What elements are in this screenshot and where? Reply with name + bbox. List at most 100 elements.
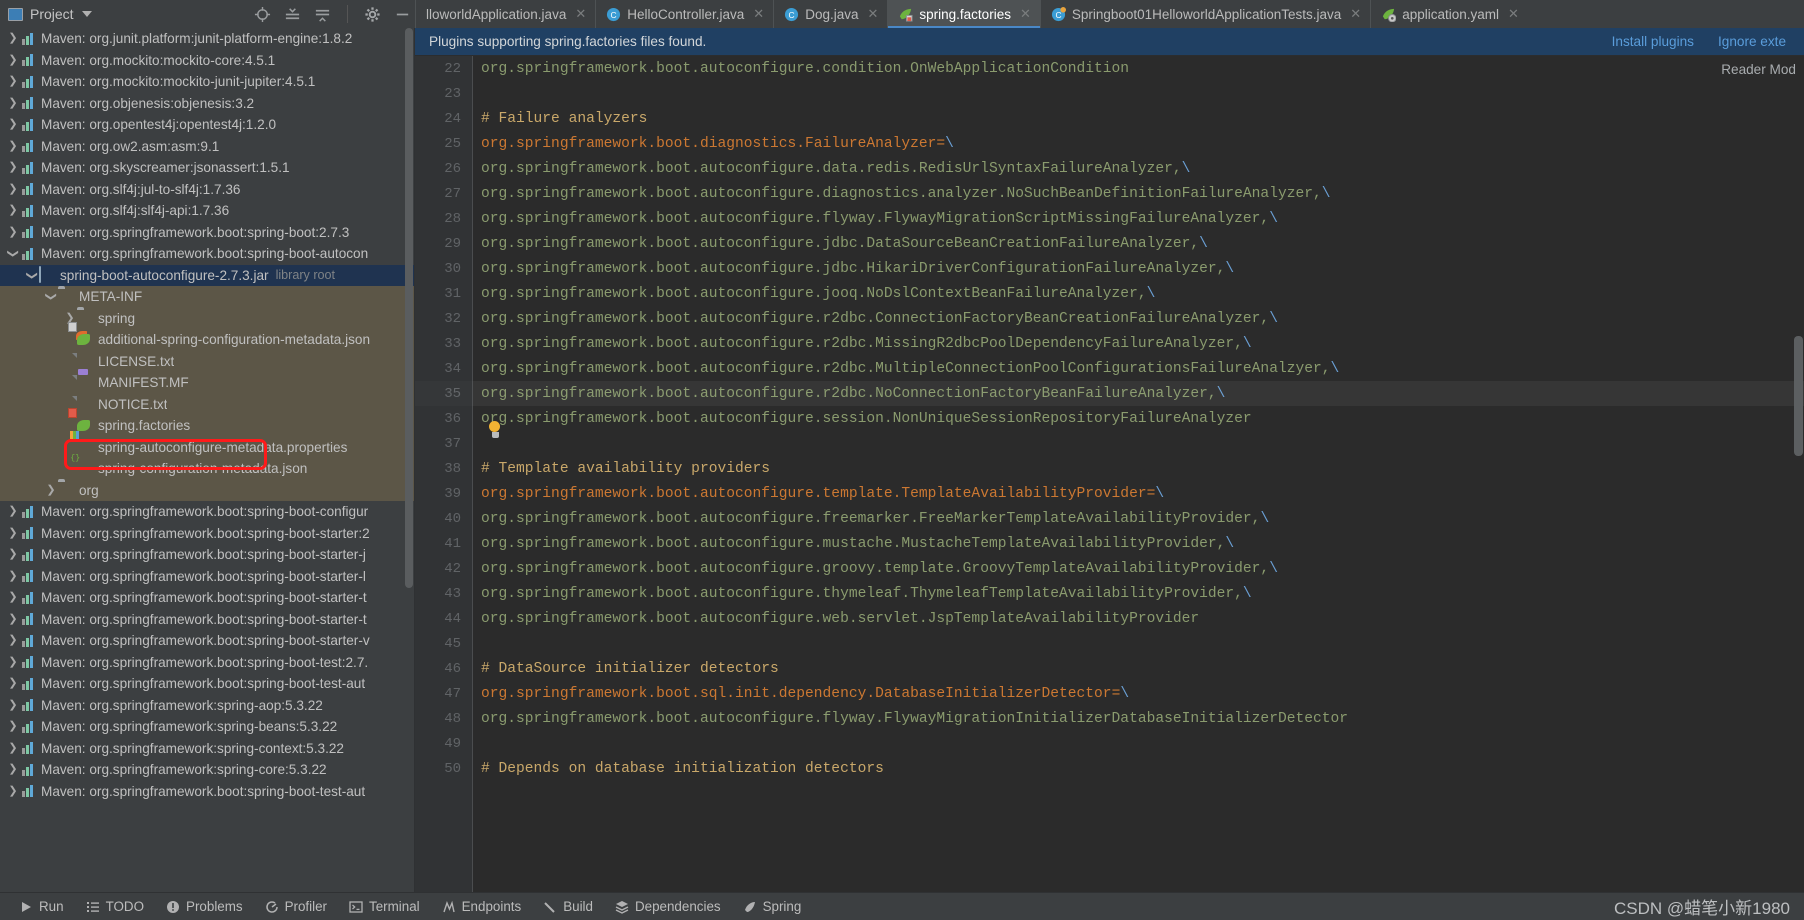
chevron-right-icon[interactable]: ❯ xyxy=(6,570,20,582)
chevron-right-icon[interactable]: ❯ xyxy=(6,97,20,109)
tree-row[interactable]: NOTICE.txt xyxy=(0,393,415,415)
chevron-down-icon[interactable]: ❮ xyxy=(7,247,19,261)
tree-row[interactable]: ❯ Maven: org.mockito:mockito-junit-jupite… xyxy=(0,71,415,93)
chevron-right-icon[interactable]: ❯ xyxy=(6,76,20,87)
close-icon[interactable]: ✕ xyxy=(1508,6,1519,22)
chevron-right-icon[interactable]: ❯ xyxy=(6,162,20,173)
code-line[interactable]: 27 org.springframework.boot.autoconfigure… xyxy=(444,181,1804,206)
editor-code-area[interactable]: 22 org.springframework.boot.autoconfigure… xyxy=(444,56,1804,892)
tree-row[interactable]: ❮ spring-boot-autoconfigure-2.7.3.jar libr… xyxy=(0,264,415,286)
editor-tab[interactable]: C Dog.java ✕ xyxy=(773,0,887,28)
status-item-build[interactable]: Build xyxy=(532,899,604,914)
code-line[interactable]: 45 xyxy=(444,631,1804,656)
status-item-run[interactable]: Run xyxy=(8,899,75,914)
tree-row[interactable]: ❯ Maven: org.skyscreamer:jsonassert:1.5.1 xyxy=(0,157,415,179)
tree-row[interactable]: ❮ Maven: org.springframework.boot:spring-… xyxy=(0,243,415,265)
status-item-problems[interactable]: Problems xyxy=(155,899,254,914)
code-editor[interactable]: 22 org.springframework.boot.autoconfigure… xyxy=(415,56,1804,892)
chevron-right-icon[interactable]: ❯ xyxy=(6,764,20,775)
code-line[interactable]: 44 org.springframework.boot.autoconfigure… xyxy=(444,606,1804,631)
tree-row[interactable]: ❯ Maven: org.ow2.asm:asm:9.1 xyxy=(0,136,415,158)
tree-row[interactable]: ❯ Maven: org.springframework.boot:spring-… xyxy=(0,630,415,652)
code-line[interactable]: 49 xyxy=(444,731,1804,756)
code-line[interactable]: 34 org.springframework.boot.autoconfigure… xyxy=(444,356,1804,381)
ignore-extension-link[interactable]: Ignore exte xyxy=(1718,34,1786,49)
code-line[interactable]: 39 org.springframework.boot.autoconfigure… xyxy=(444,481,1804,506)
chevron-right-icon[interactable]: ❯ xyxy=(6,527,20,539)
tree-row[interactable]: ❯ Maven: org.springframework.boot:spring-… xyxy=(0,652,415,674)
code-line[interactable]: 46 # DataSource initializer detectors xyxy=(444,656,1804,681)
chevron-right-icon[interactable]: ❯ xyxy=(44,484,58,496)
tree-row[interactable]: ❯ spring xyxy=(0,307,415,329)
chevron-right-icon[interactable]: ❯ xyxy=(6,592,20,603)
code-line[interactable]: 43 org.springframework.boot.autoconfigure… xyxy=(444,581,1804,606)
close-icon[interactable]: ✕ xyxy=(1350,6,1361,22)
tree-row[interactable]: ❯ Maven: org.mockito:mockito-core:4.5.1 xyxy=(0,50,415,72)
tree-row[interactable]: ❯ Maven: org.springframework:spring-beans… xyxy=(0,716,415,738)
editor-tab[interactable]: lloworldApplication.java ✕ xyxy=(415,0,595,28)
code-line[interactable]: 38 # Template availability providers xyxy=(444,456,1804,481)
close-icon[interactable]: ✕ xyxy=(753,6,764,22)
chevron-right-icon[interactable]: ❯ xyxy=(6,54,20,66)
editor-tab[interactable]: C Springboot01HelloworldApplicationTests… xyxy=(1039,0,1370,28)
chevron-down-icon[interactable] xyxy=(81,11,92,17)
chevron-right-icon[interactable]: ❯ xyxy=(6,183,20,195)
intention-bulb-icon[interactable] xyxy=(487,421,503,438)
code-line[interactable]: 33 org.springframework.boot.autoconfigure… xyxy=(444,331,1804,356)
locate-target-icon[interactable] xyxy=(254,6,271,23)
code-line[interactable]: 47 org.springframework.boot.sql.init.depe… xyxy=(444,681,1804,706)
code-line[interactable]: 26 org.springframework.boot.autoconfigure… xyxy=(444,156,1804,181)
tree-row[interactable]: ❯ Maven: org.springframework:spring-core:… xyxy=(0,759,415,781)
code-line[interactable]: 35 org.springframework.boot.autoconfigure… xyxy=(444,381,1804,406)
tree-row[interactable]: ❯ org xyxy=(0,479,415,501)
code-line[interactable]: 29 org.springframework.boot.autoconfigure… xyxy=(444,231,1804,256)
chevron-right-icon[interactable]: ❯ xyxy=(6,506,20,517)
close-icon[interactable]: ✕ xyxy=(575,6,586,22)
expand-all-icon[interactable] xyxy=(284,6,301,23)
tree-row[interactable]: ❯ Maven: org.springframework.boot:spring-… xyxy=(0,544,415,566)
hide-minimize-icon[interactable] xyxy=(394,6,411,23)
code-line[interactable]: 23 xyxy=(444,81,1804,106)
chevron-right-icon[interactable]: ❯ xyxy=(6,613,20,625)
editor-tab-active[interactable]: spring.factories ✕ xyxy=(887,0,1041,28)
tree-row[interactable]: ❯ Maven: org.springframework.boot:spring-… xyxy=(0,566,415,588)
chevron-down-icon[interactable]: ❮ xyxy=(26,268,38,282)
chevron-right-icon[interactable]: ❯ xyxy=(6,226,20,238)
editor-tab[interactable]: application.yaml ✕ xyxy=(1370,0,1528,28)
tree-row[interactable]: ❯ Maven: org.springframework.boot:spring-… xyxy=(0,781,415,803)
code-line[interactable]: 24 # Failure analyzers xyxy=(444,106,1804,131)
install-plugins-link[interactable]: Install plugins xyxy=(1612,34,1694,49)
code-line[interactable]: 40 org.springframework.boot.autoconfigure… xyxy=(444,506,1804,531)
code-line[interactable]: 32 org.springframework.boot.autoconfigure… xyxy=(444,306,1804,331)
tree-row[interactable]: LICENSE.txt xyxy=(0,350,415,372)
tree-row[interactable]: ❯ Maven: org.springframework.boot:spring-… xyxy=(0,587,415,609)
tree-row[interactable]: ❯ Maven: org.slf4j:slf4j-api:1.7.36 xyxy=(0,200,415,222)
tree-editor-divider[interactable] xyxy=(414,28,415,892)
code-line[interactable]: 50 # Depends on database initialization d… xyxy=(444,756,1804,781)
tree-row[interactable]: ❯ Maven: org.springframework.boot:spring-… xyxy=(0,673,415,695)
tree-row[interactable]: ❯ Maven: org.objenesis:objenesis:3.2 xyxy=(0,93,415,115)
code-line[interactable]: 22 org.springframework.boot.autoconfigure… xyxy=(444,56,1804,81)
tree-row[interactable]: ❯ Maven: org.springframework.boot:spring-… xyxy=(0,501,415,523)
tree-row[interactable]: ❯ Maven: org.springframework:spring-aop:5… xyxy=(0,695,415,717)
tree-row[interactable]: additional-spring-configuration-metadata… xyxy=(0,329,415,351)
tree-row[interactable]: ❯ Maven: org.springframework.boot:spring-… xyxy=(0,222,415,244)
tree-row[interactable]: ❯ Maven: org.junit.platform:junit-platfor… xyxy=(0,28,415,50)
chevron-right-icon[interactable]: ❯ xyxy=(6,635,20,646)
status-item-endpoints[interactable]: Endpoints xyxy=(431,899,533,914)
chevron-right-icon[interactable]: ❯ xyxy=(6,785,20,797)
code-line[interactable]: 31 org.springframework.boot.autoconfigure… xyxy=(444,281,1804,306)
code-line[interactable]: 28 org.springframework.boot.autoconfigure… xyxy=(444,206,1804,231)
chevron-right-icon[interactable]: ❯ xyxy=(6,119,20,130)
project-tree[interactable]: ❯ Maven: org.junit.platform:junit-platfor… xyxy=(0,28,415,892)
chevron-right-icon[interactable]: ❯ xyxy=(6,33,20,44)
chevron-right-icon[interactable]: ❯ xyxy=(6,699,20,711)
code-line[interactable]: 48 org.springframework.boot.autoconfigure… xyxy=(444,706,1804,731)
collapse-all-icon[interactable] xyxy=(314,6,331,23)
close-icon[interactable]: ✕ xyxy=(868,6,879,22)
tree-scrollbar[interactable] xyxy=(405,28,413,588)
code-line[interactable]: 30 org.springframework.boot.autoconfigure… xyxy=(444,256,1804,281)
code-line[interactable]: 36 org.springframework.boot.autoconfigure… xyxy=(444,406,1804,431)
close-icon[interactable]: ✕ xyxy=(1020,6,1031,22)
editor-scrollbar[interactable] xyxy=(1794,336,1803,456)
